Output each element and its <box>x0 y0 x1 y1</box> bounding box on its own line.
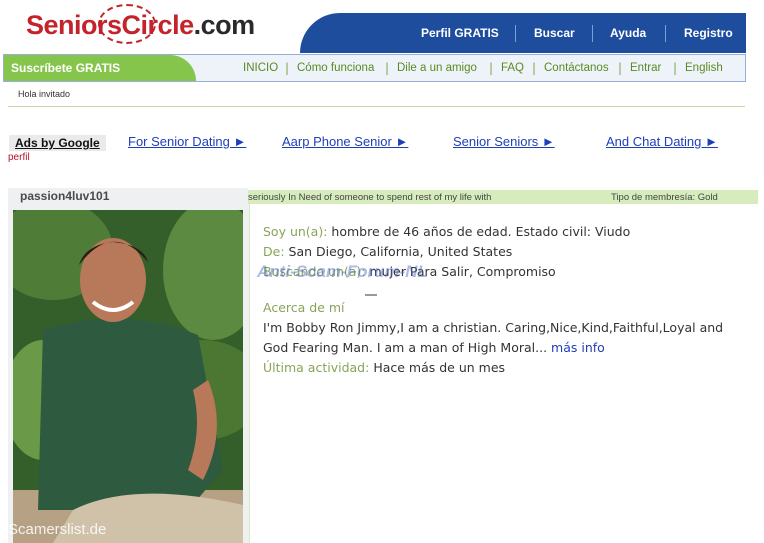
header-divider <box>8 106 745 107</box>
soy-label: Soy un(a): <box>263 224 328 239</box>
perfil-label: perfil <box>8 152 30 163</box>
de-value: San Diego, California, United States <box>288 244 513 259</box>
subnav-entrar[interactable]: Entrar <box>630 62 661 74</box>
about-text: I'm Bobby Ron Jimmy,I am a christian. Ca… <box>263 318 748 358</box>
actividad-label: Última actividad: <box>263 360 370 375</box>
subscribe-button[interactable]: Suscríbete GRATIS <box>4 55 196 81</box>
subnav-separator: | <box>532 61 537 75</box>
de-label: De: <box>263 244 285 259</box>
about-body: I'm Bobby Ron Jimmy,I am a christian. Ca… <box>263 320 724 355</box>
nav-separator <box>665 25 666 42</box>
subnav-english[interactable]: English <box>685 62 723 74</box>
detail-soy: Soy un(a): hombre de 46 años de edad. Es… <box>263 222 630 242</box>
site-header: SeniorsCircle.com Perfil GRATIS Buscar A… <box>0 0 764 54</box>
subnav-separator: | <box>285 61 290 75</box>
soy-value: hombre de 46 años de edad. Estado civil:… <box>331 224 631 239</box>
ad-link-chat-dating[interactable]: And Chat Dating ► <box>606 134 718 149</box>
subnav-separator: | <box>489 61 494 75</box>
site-watermark: Scamerslist.de <box>8 521 107 538</box>
profile-headline: seriously In Need of someone to spend re… <box>248 192 492 203</box>
detail-actividad: Última actividad: Hace más de un mes <box>263 358 505 378</box>
subnav-inicio[interactable]: INICIO <box>243 62 278 74</box>
secondary-navigation: Suscríbete GRATIS INICIO | Cómo funciona… <box>3 54 746 82</box>
ad-link-senior-seniors[interactable]: Senior Seniors ► <box>453 134 555 149</box>
nav-buscar[interactable]: Buscar <box>534 26 575 40</box>
subscribe-label: Suscríbete GRATIS <box>11 61 121 75</box>
subnav-separator: | <box>673 61 678 75</box>
subnav-contactanos[interactable]: Contáctanos <box>544 62 609 74</box>
subnav-separator: | <box>618 61 623 75</box>
membership-type: Tipo de membresía: Gold <box>611 192 718 203</box>
logo-circle: Circle <box>121 10 195 40</box>
nav-registro[interactable]: Registro <box>684 26 733 40</box>
site-logo[interactable]: SeniorsCircle.com <box>26 10 255 41</box>
greeting-text: Hola invitado <box>18 89 71 99</box>
detail-de: De: San Diego, California, United States <box>263 242 512 262</box>
ads-by-google-text: Ads by Google <box>15 136 100 150</box>
ad-link-aarp-phone[interactable]: Aarp Phone Senior ► <box>282 134 408 149</box>
nav-perfil-gratis[interactable]: Perfil GRATIS <box>421 26 499 40</box>
about-heading: Acerca de mí <box>263 298 345 318</box>
subnav-separator: | <box>385 61 390 75</box>
logo-seniors: Seniors <box>26 10 122 40</box>
actividad-value: Hace más de un mes <box>373 360 506 375</box>
more-info-link[interactable]: más info <box>551 340 605 355</box>
profile-photo-image <box>13 210 243 543</box>
nav-ayuda[interactable]: Ayuda <box>610 26 646 40</box>
nav-separator <box>515 25 516 42</box>
dash-mark <box>365 294 377 296</box>
nav-separator <box>592 25 593 42</box>
logo-dotcom: .com <box>193 10 256 40</box>
subnav-como-funciona[interactable]: Cómo funciona <box>297 62 374 74</box>
subnav-dile-a-un-amigo[interactable]: Dile a un amigo <box>397 62 477 74</box>
top-navigation: Perfil GRATIS Buscar Ayuda Registro <box>300 13 746 53</box>
forum-watermark: Anti-Scam-Forum-NL <box>257 262 428 281</box>
profile-username: passion4luv101 <box>20 189 110 203</box>
subnav-faq[interactable]: FAQ <box>501 62 524 74</box>
ad-link-senior-dating[interactable]: For Senior Dating ► <box>128 134 246 149</box>
profile-photo[interactable] <box>13 210 243 543</box>
column-divider <box>249 204 250 543</box>
ads-by-google-label[interactable]: Ads by Google <box>9 135 106 151</box>
about-label: Acerca de mí <box>263 300 345 315</box>
